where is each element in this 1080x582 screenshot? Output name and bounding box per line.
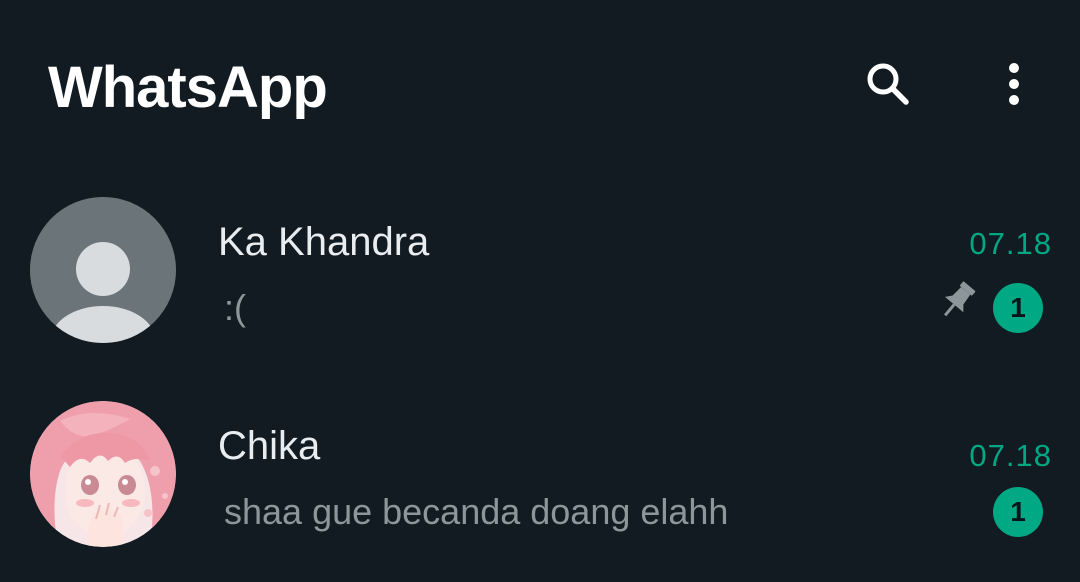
last-message: :( bbox=[224, 287, 246, 328]
unread-count-badge: 1 bbox=[993, 283, 1043, 333]
chat-item-chika[interactable]: Chika shaa gue becanda doang elahh 07.18… bbox=[0, 388, 1080, 568]
search-icon bbox=[867, 63, 909, 105]
chat-item-ka-khandra[interactable]: Ka Khandra :( 07.18 1 bbox=[0, 180, 1080, 360]
default-person-avatar-icon bbox=[30, 197, 176, 343]
unread-count-badge: 1 bbox=[993, 487, 1043, 537]
app-title: WhatsApp bbox=[48, 55, 328, 120]
chat-name: Ka Khandra bbox=[218, 220, 430, 264]
last-message: shaa gue becanda doang elahh bbox=[224, 491, 729, 532]
search-button[interactable] bbox=[856, 52, 920, 116]
avatar[interactable] bbox=[30, 197, 176, 343]
top-app-bar: WhatsApp bbox=[0, 0, 1080, 170]
whatsapp-app: WhatsApp Ka Khandra :( 07.18 1 Chika sha… bbox=[0, 0, 1080, 582]
more-vertical-icon bbox=[1009, 63, 1019, 105]
pin-icon bbox=[943, 281, 976, 317]
anime-girl-avatar-image bbox=[30, 401, 176, 547]
chat-name: Chika bbox=[218, 424, 321, 468]
chat-time: 07.18 bbox=[969, 226, 1052, 261]
more-options-button[interactable] bbox=[982, 52, 1046, 116]
chat-time: 07.18 bbox=[969, 438, 1052, 473]
avatar[interactable] bbox=[30, 401, 176, 547]
